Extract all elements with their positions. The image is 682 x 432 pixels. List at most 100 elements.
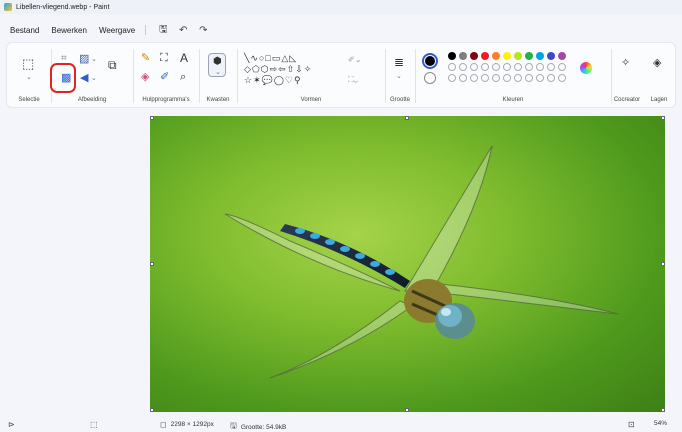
paint-icon xyxy=(4,3,12,11)
line-size-icon[interactable]: ≣ xyxy=(394,56,404,68)
palette-empty-swatch[interactable] xyxy=(470,63,478,71)
redo-icon[interactable]: ↷ xyxy=(196,23,210,37)
palette-empty-swatch[interactable] xyxy=(448,74,456,82)
chevron-down-icon[interactable]: ⌄ xyxy=(26,74,32,81)
palette-empty-swatch[interactable] xyxy=(547,74,555,82)
group-grootte: ≣ ⌄ Grootte xyxy=(385,43,415,109)
palette-empty-swatch[interactable] xyxy=(448,63,456,71)
group-label-kwasten: Kwasten xyxy=(206,97,230,103)
palette-empty-swatch[interactable] xyxy=(514,63,522,71)
menu-bestand[interactable]: Bestand xyxy=(4,23,45,38)
palette-empty-swatch[interactable] xyxy=(536,63,544,71)
chevron-down-icon[interactable]: ⌄ xyxy=(91,75,97,82)
zoom-level[interactable]: 54% xyxy=(654,420,667,427)
palette-empty-swatch[interactable] xyxy=(503,74,511,82)
selection-size-icon: ⬚ xyxy=(90,420,98,429)
group-label-afbeelding: Afbeelding xyxy=(77,97,107,103)
eraser-icon[interactable]: ◈ xyxy=(141,72,149,83)
fit-to-window[interactable]: ⊡ xyxy=(628,420,639,429)
undo-icon[interactable]: ↶ xyxy=(176,23,190,37)
flip-icon[interactable]: ◀ xyxy=(80,73,88,84)
palette-empty-swatch[interactable] xyxy=(503,63,511,71)
menu-bar: Bestand Bewerken Weergave 🖫 ↶ ↷ xyxy=(0,20,682,40)
palette-empty-swatch[interactable] xyxy=(558,63,566,71)
palette-empty-swatch[interactable] xyxy=(492,74,500,82)
edit-colors-icon[interactable] xyxy=(580,62,592,74)
palette-empty-swatch[interactable] xyxy=(547,63,555,71)
save-icon[interactable]: 🖫 xyxy=(156,23,170,37)
palette-empty-swatch[interactable] xyxy=(492,63,500,71)
dragonfly-image xyxy=(224,145,619,379)
shapes-row-3: ☆✶💬◯♡⚲ xyxy=(244,75,302,85)
primary-color[interactable] xyxy=(422,53,438,69)
dimensions-text: 2298 × 1292px xyxy=(170,421,214,428)
shapes-row-2: ◇⬠⬡⇨⇦⇧⇩✧ xyxy=(244,64,313,74)
resize-tool-highlight xyxy=(50,63,76,93)
image-canvas[interactable] xyxy=(150,116,665,412)
palette-empty-swatch[interactable] xyxy=(536,74,544,82)
palette-color-swatch[interactable] xyxy=(448,52,456,60)
cocreator-icon[interactable]: ✧ xyxy=(621,58,630,69)
palette-color-swatch[interactable] xyxy=(514,52,522,60)
palette-color-swatch[interactable] xyxy=(558,52,566,60)
palette-color-swatch[interactable] xyxy=(492,52,500,60)
group-label-hulpprogrammas: Hulpprogramma's xyxy=(142,97,190,103)
resize-handle[interactable] xyxy=(150,408,154,412)
color-picker-icon[interactable]: ✐ xyxy=(160,72,169,83)
group-hulpprogrammas: ✎ ⛶ A ◈ ✐ ⌕ Hulpprogramma's xyxy=(133,43,199,109)
resize-handle[interactable] xyxy=(661,262,665,266)
image-icon[interactable]: ▨ xyxy=(79,54,89,65)
resize-handle[interactable] xyxy=(150,116,154,120)
pencil-icon[interactable]: ✎ xyxy=(141,53,150,64)
text-tool-icon[interactable]: A xyxy=(180,52,188,64)
fill-icon[interactable]: ⛶⌄ xyxy=(348,76,358,84)
menu-bewerken[interactable]: Bewerken xyxy=(45,23,93,38)
resize-handle[interactable] xyxy=(661,408,665,412)
palette-empty-swatch[interactable] xyxy=(481,63,489,71)
brush-button[interactable]: ⬢ ⌄ xyxy=(208,53,226,77)
resize-handle[interactable] xyxy=(150,262,154,266)
group-selectie: ⬚ ⌄ Selectie xyxy=(7,43,51,109)
palette-empty-swatch[interactable] xyxy=(459,74,467,82)
palette-color-swatch[interactable] xyxy=(459,52,467,60)
palette-empty-swatch[interactable] xyxy=(558,74,566,82)
palette-color-swatch[interactable] xyxy=(481,52,489,60)
palette-empty-swatch[interactable] xyxy=(525,63,533,71)
canvas-dimensions: ◻ 2298 × 1292px xyxy=(160,420,214,429)
image-background-icon[interactable]: ⧉ xyxy=(108,59,117,71)
shapes-gallery[interactable]: ╲∿○□▭△◺ ◇⬠⬡⇨⇦⇧⇩✧ ☆✶💬◯♡⚲ xyxy=(244,53,334,86)
chevron-down-icon[interactable]: ⌄ xyxy=(396,73,402,80)
menu-weergave[interactable]: Weergave xyxy=(93,23,141,38)
group-cocreator: ✧ Cocreator xyxy=(611,43,643,109)
palette-color-swatch[interactable] xyxy=(525,52,533,60)
palette-empty-swatch[interactable] xyxy=(459,63,467,71)
selection-rectangle-icon[interactable]: ⬚ xyxy=(22,57,34,70)
palette-color-swatch[interactable] xyxy=(470,52,478,60)
window-title: Libellen-vliegend.webp - Paint xyxy=(16,3,110,11)
palette-empty-swatch[interactable] xyxy=(514,74,522,82)
magnifier-icon[interactable]: ⌕ xyxy=(180,72,186,83)
group-label-kleuren: Kleuren xyxy=(502,97,524,103)
cursor-position: ⊳ xyxy=(8,420,19,429)
palette-color-swatch[interactable] xyxy=(536,52,544,60)
group-label-selectie: Selectie xyxy=(18,97,40,103)
resize-handle[interactable] xyxy=(661,116,665,120)
group-label-cocreator: Cocreator xyxy=(613,97,641,103)
chevron-down-icon[interactable]: ⌄ xyxy=(91,56,97,63)
palette-empty-swatch[interactable] xyxy=(481,74,489,82)
resize-handle[interactable] xyxy=(405,116,409,120)
palette-empty-swatch[interactable] xyxy=(525,74,533,82)
group-label-vormen: Vormen xyxy=(300,97,322,103)
outline-icon[interactable]: ✐⌄ xyxy=(348,56,361,64)
layers-icon[interactable]: ◈ xyxy=(653,58,661,69)
secondary-color[interactable] xyxy=(424,72,436,84)
resize-handle[interactable] xyxy=(405,408,409,412)
shapes-row-1: ╲∿○□▭△◺ xyxy=(244,53,298,63)
palette-empty-swatch[interactable] xyxy=(470,74,478,82)
fill-bucket-icon[interactable]: ⛶ xyxy=(160,53,168,64)
fit-window-icon[interactable]: ⊡ xyxy=(628,420,635,429)
file-size-text: Grootte: 54.9kB xyxy=(240,423,287,431)
palette-color-swatch[interactable] xyxy=(503,52,511,60)
palette-color-swatch[interactable] xyxy=(547,52,555,60)
primary-color-swatch xyxy=(425,56,435,66)
